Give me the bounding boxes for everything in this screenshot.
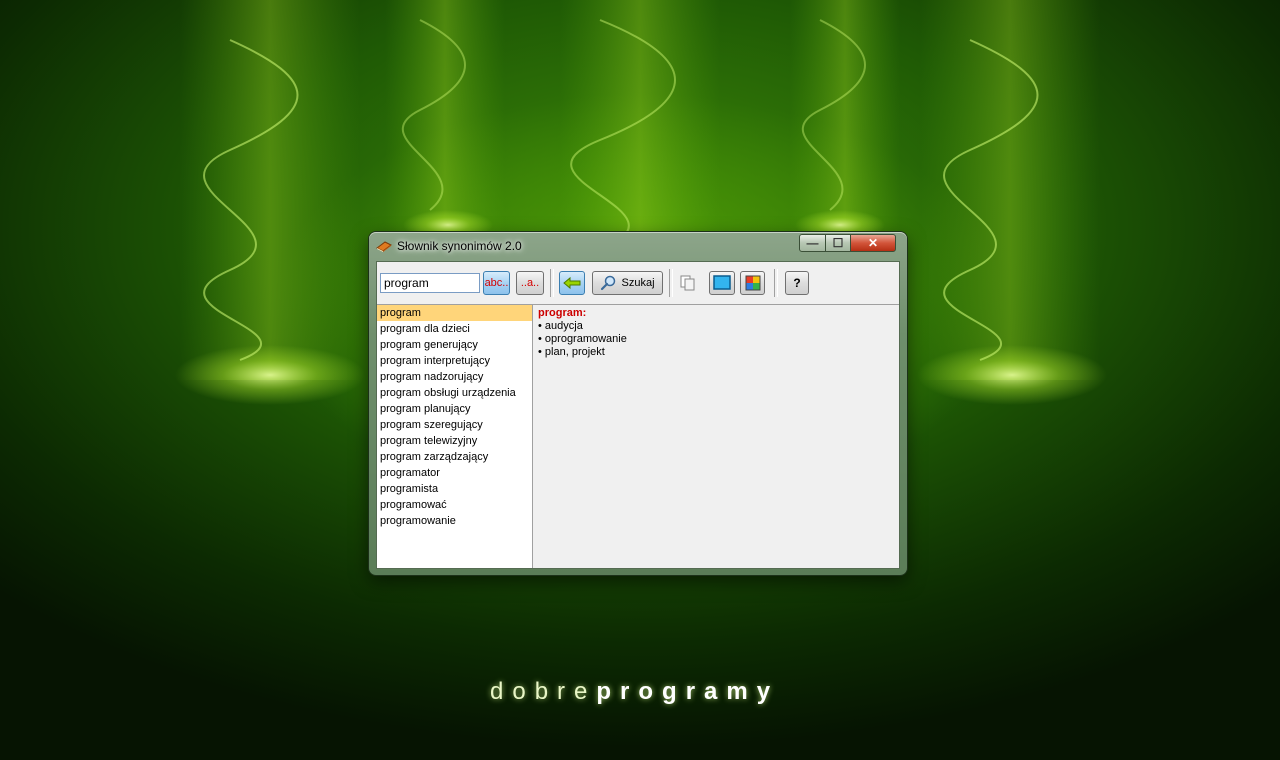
toolbar-separator — [550, 269, 554, 297]
synonym-text: oprogramowanie — [544, 333, 627, 345]
word-list-item[interactable]: program szeregujący — [377, 417, 532, 433]
word-list-item[interactable]: program dla dzieci — [377, 321, 532, 337]
bullet-icon: • — [538, 320, 545, 332]
toolbar: abc.. ..a.. Szukaj — [377, 262, 899, 305]
colors-button[interactable] — [740, 271, 765, 295]
word-list-item[interactable]: programowanie — [377, 513, 532, 529]
word-list-item[interactable]: program zarządzający — [377, 449, 532, 465]
app-window: Słownik synonimów 2.0 — ☐ ✕ abc.. ..a.. — [369, 232, 907, 575]
word-list-item[interactable]: program obsługi urządzenia — [377, 385, 532, 401]
minimize-button[interactable]: — — [799, 234, 826, 252]
synonym-item: • plan, projekt — [538, 346, 895, 359]
toolbar-separator — [774, 269, 778, 297]
word-list[interactable]: program program dla dzieci program generuj… — [377, 305, 533, 568]
logo-bold-text: programy — [596, 678, 780, 705]
search-button-label: Szukaj — [621, 277, 655, 290]
title-bar[interactable]: Słownik synonimów 2.0 — ☐ ✕ — [369, 232, 907, 260]
word-list-item[interactable]: program telewizyjny — [377, 433, 532, 449]
book-icon — [376, 241, 392, 252]
maximize-icon: ☐ — [832, 236, 844, 250]
logo-light-text: dobre — [490, 678, 597, 705]
headword: program: — [538, 307, 587, 319]
copy-button[interactable] — [679, 274, 697, 292]
word-list-item[interactable]: program — [377, 305, 532, 321]
synonym-text: plan, projekt — [544, 346, 605, 358]
suffix-search-button[interactable]: ..a.. — [516, 271, 544, 295]
synonym-item: • audycja — [538, 320, 895, 333]
synonyms-panel: program: • audycja • oprogramowanie • plan… — [535, 305, 898, 568]
close-button[interactable]: ✕ — [850, 234, 896, 252]
color-palette-icon — [745, 275, 760, 291]
synonym-item: • oprogramowanie — [538, 333, 895, 346]
help-button[interactable]: ? — [785, 271, 809, 295]
close-icon: ✕ — [867, 236, 879, 250]
magnifier-icon — [601, 275, 616, 291]
toolbar-separator — [669, 269, 673, 297]
back-button[interactable] — [559, 271, 585, 295]
synonym-text: audycja — [544, 320, 583, 332]
search-button[interactable]: Szukaj — [592, 271, 663, 295]
prefix-search-label: abc.. — [484, 277, 509, 289]
bullet-icon: • — [538, 333, 545, 345]
window-icon — [713, 275, 731, 290]
maximize-button[interactable]: ☐ — [825, 234, 851, 252]
arrow-left-icon — [563, 276, 581, 290]
word-list-item[interactable]: program generujący — [377, 337, 532, 353]
word-list-item[interactable]: programista — [377, 481, 532, 497]
client-area: abc.. ..a.. Szukaj — [376, 261, 900, 569]
word-list-item[interactable]: programator — [377, 465, 532, 481]
word-list-item[interactable]: program planujący — [377, 401, 532, 417]
word-list-item[interactable]: program nadzorujący — [377, 369, 532, 385]
suffix-search-label: ..a.. — [520, 277, 540, 289]
desktop-logo: dobreprogramy — [490, 678, 810, 714]
word-list-item[interactable]: programować — [377, 497, 532, 513]
word-list-item[interactable]: program interpretujący — [377, 353, 532, 369]
synonym-list: • audycja • oprogramowanie • plan, projekt — [538, 320, 895, 359]
help-icon: ? — [793, 276, 801, 290]
copy-icon — [680, 275, 695, 291]
prefix-search-button[interactable]: abc.. — [483, 271, 510, 295]
window-title: Słownik synonimów 2.0 — [397, 239, 522, 253]
bullet-icon: • — [538, 346, 545, 358]
minimize-icon: — — [806, 236, 819, 250]
search-input[interactable] — [380, 273, 480, 293]
window-mode-button[interactable] — [709, 271, 735, 295]
